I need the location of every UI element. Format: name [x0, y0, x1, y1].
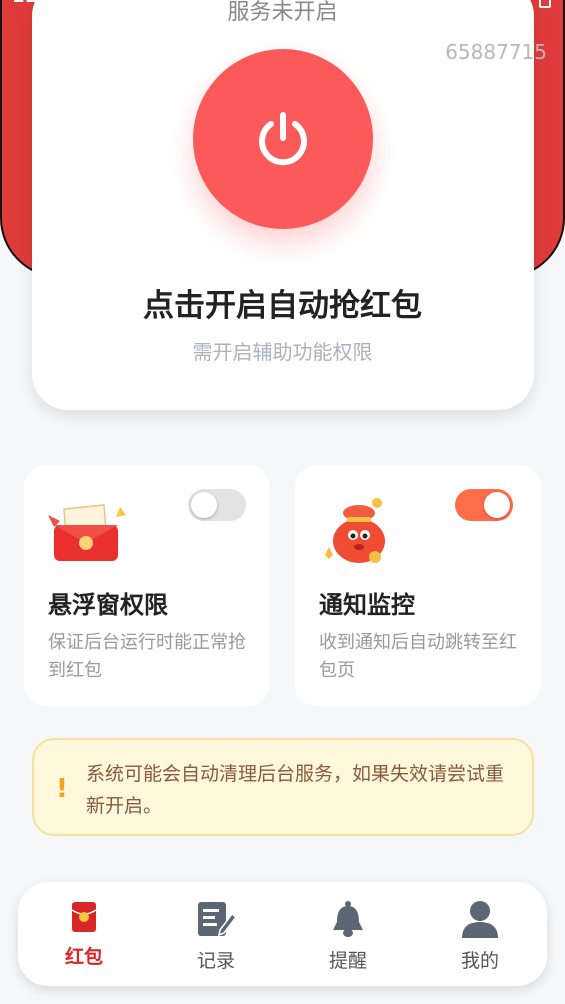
service-status-text: 服务未开启: [227, 0, 338, 25]
warning-box: ! 系统可能会自动清理后台服务，如果失效请尝试重新开启。: [32, 738, 534, 836]
nav-label: 红包: [64, 946, 103, 968]
feature-desc: 收到通知后自动跳转至红包页: [319, 632, 517, 681]
feature-desc: 保证后台运行时能正常抢到红包: [48, 632, 246, 681]
device-id: 65887715: [445, 40, 547, 64]
power-button[interactable]: [193, 49, 373, 229]
nav-item-me[interactable]: 我的: [430, 900, 530, 980]
feature-title: 悬浮窗权限: [48, 591, 168, 619]
red-packet-icon: [71, 902, 97, 932]
nav-item-red-packet[interactable]: 红包: [34, 900, 134, 980]
nav-label: 我的: [460, 950, 499, 972]
main-subtitle: 需开启辅助功能权限: [192, 340, 373, 364]
nav-item-reminder[interactable]: 提醒: [298, 900, 398, 980]
red-packet-gift-icon: [48, 504, 126, 561]
feature-card-notification[interactable]: 通知监控 收到通知后自动跳转至红包页: [295, 465, 541, 706]
bell-icon: [333, 901, 363, 937]
nav-label: 记录: [196, 950, 235, 972]
toggle-knob: [484, 492, 510, 518]
feature-card-float-window[interactable]: 悬浮窗权限 保证后台运行时能正常抢到红包: [24, 465, 270, 706]
power-icon: [259, 112, 307, 166]
nav-item-record[interactable]: 记录: [166, 900, 266, 980]
record-icon: [198, 902, 236, 937]
notification-toggle[interactable]: [455, 489, 513, 521]
nav-label: 提醒: [328, 950, 367, 972]
feature-title: 通知监控: [319, 591, 415, 619]
warning-icon: !: [56, 774, 68, 804]
user-icon: [462, 901, 498, 938]
lucky-bag-icon: [325, 498, 385, 563]
float-window-toggle[interactable]: [188, 489, 246, 521]
bottom-nav: 红包 记录 提醒 我的: [18, 882, 547, 986]
main-title: 点击开启自动抢红包: [143, 288, 422, 324]
warning-text: 系统可能会自动清理后台服务，如果失效请尝试重新开启。: [86, 763, 505, 817]
toggle-knob: [191, 492, 217, 518]
